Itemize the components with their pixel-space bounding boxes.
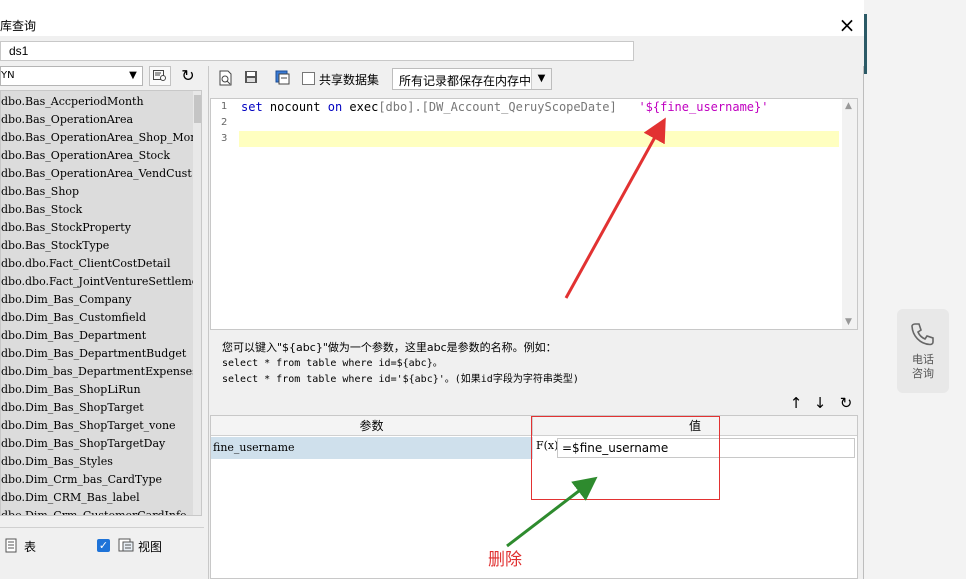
annotation-highlight-box — [531, 416, 720, 500]
move-down-button[interactable]: ↓ — [811, 394, 829, 412]
table-filter-label: 表 — [24, 540, 37, 554]
background-area — [864, 0, 966, 579]
memory-mode-select[interactable]: 所有记录都保存在内存中 ▼ — [392, 68, 552, 90]
list-item[interactable]: dbo.dbo.Fact_ClientCostDetail — [1, 255, 193, 273]
editor-scrollbar[interactable]: ▲ ▼ — [842, 99, 857, 329]
list-item[interactable]: dbo.Bas_AccperiodMonth — [1, 93, 193, 111]
sql-procedure-name: [dbo].[DW_Account_QeruyScopeDate] — [378, 100, 617, 114]
phone-label-line: 电话 — [912, 353, 934, 366]
dialog-title: 库查询 — [0, 19, 37, 33]
view-filter-label: 视图 — [138, 540, 163, 554]
parameter-help-text: 您可以键入"${abc}"做为一个参数，这里abc是参数的名称。例如： sele… — [222, 340, 579, 388]
sql-keyword: on — [327, 100, 343, 114]
table-list[interactable]: dbo.Bas_AccperiodMonth dbo.Bas_Operation… — [0, 90, 202, 516]
sql-keyword: set — [241, 100, 263, 114]
current-line-highlight — [239, 131, 839, 147]
save-icon — [245, 71, 257, 83]
list-item[interactable]: dbo.Dim_bas_DepartmentExpenses — [1, 363, 193, 381]
list-item[interactable]: dbo.Dim_Bas_ShopTarget — [1, 399, 193, 417]
list-item[interactable]: dbo.Dim_Crm_bas_CardType — [1, 471, 193, 489]
save-button[interactable] — [242, 70, 260, 88]
share-dataset-checkbox[interactable] — [302, 72, 315, 85]
list-item[interactable]: dbo.Dim_Bas_Styles — [1, 453, 193, 471]
preview-button[interactable] — [217, 70, 235, 88]
list-item[interactable]: dbo.Dim_Bas_Department — [1, 327, 193, 345]
list-item[interactable]: dbo.Bas_Shop — [1, 183, 193, 201]
list-item[interactable]: dbo.Bas_StockProperty — [1, 219, 193, 237]
phone-label-line: 咨询 — [912, 367, 934, 380]
table-list-scrollbar[interactable] — [193, 91, 201, 515]
chevron-up-icon[interactable]: ▲ — [845, 101, 852, 111]
list-item[interactable]: dbo.Bas_OperationArea_Stock — [1, 147, 193, 165]
list-item[interactable]: dbo.Bas_StockType — [1, 237, 193, 255]
view-icon — [118, 538, 134, 552]
annotation-label: 删除 — [488, 550, 522, 570]
list-item[interactable]: dbo.Bas_OperationArea — [1, 111, 193, 129]
background-strip — [864, 14, 867, 74]
phone-icon — [911, 323, 934, 346]
phone-consult-widget[interactable]: 电话 咨询 — [897, 309, 949, 393]
arrow-down-icon: ↓ — [813, 394, 827, 412]
sql-token: exec — [349, 100, 379, 114]
phone-consult-label: 电话 咨询 — [897, 353, 949, 381]
view-checkbox[interactable]: ✓ — [97, 539, 110, 552]
list-item[interactable]: dbo.Dim_Bas_ShopTargetDay — [1, 435, 193, 453]
move-up-button[interactable]: ↑ — [787, 394, 805, 412]
dataset-query-dialog: 库查询 × YN ▼ ↻ dbo.Bas_AccperiodMonth dbo.… — [0, 0, 864, 579]
list-item[interactable]: dbo.Dim_Crm_CustomerCardInfo — [1, 507, 193, 515]
list-item[interactable]: dbo.Dim_Bas_ShopLiRun — [1, 381, 193, 399]
refresh-icon: ↻ — [181, 66, 195, 85]
list-item[interactable]: dbo.Dim_Bas_Company — [1, 291, 193, 309]
line-number: 2 — [221, 117, 228, 128]
database-select-value: YN — [1, 70, 15, 81]
sql-code-line[interactable]: set nocount on exec[dbo].[DW_Account_Qer… — [241, 99, 768, 115]
line-number-gutter: 1 2 3 — [211, 99, 237, 329]
refresh-tables-button[interactable]: ↻ — [177, 66, 199, 86]
column-header-param: 参数 — [211, 416, 533, 436]
list-item[interactable]: dbo.Dim_Bas_Customfield — [1, 309, 193, 327]
chevron-down-icon: ▼ — [531, 69, 551, 89]
share-dataset-label: 共享数据集 — [319, 73, 380, 87]
title-bar: 库查询 × — [0, 0, 864, 36]
list-item[interactable]: dbo.Bas_OperationArea_Shop_Month — [1, 129, 193, 147]
list-item[interactable]: dbo.dbo.Fact_JointVentureSettleme — [1, 273, 193, 291]
sql-token: nocount — [269, 100, 321, 114]
connection-button[interactable] — [273, 70, 291, 88]
dataset-name-input[interactable] — [0, 41, 634, 61]
database-select[interactable]: YN ▼ — [0, 66, 143, 86]
database-icon — [275, 70, 289, 85]
refresh-icon: ↻ — [839, 394, 853, 412]
param-name-cell[interactable]: fine_username — [211, 437, 533, 459]
filter-button[interactable] — [149, 66, 171, 86]
scrollbar-thumb[interactable] — [194, 95, 201, 123]
line-number: 1 — [221, 101, 228, 112]
list-item[interactable]: dbo.Bas_OperationArea_VendCust — [1, 165, 193, 183]
list-item[interactable]: dbo.Bas_Stock — [1, 201, 193, 219]
chevron-down-icon[interactable]: ▼ — [845, 317, 852, 327]
list-item[interactable]: dbo.Dim_Bas_ShopTarget_vone — [1, 417, 193, 435]
table-icon[interactable] — [5, 538, 18, 553]
arrow-up-icon: ↑ — [789, 394, 803, 412]
help-line: 您可以键入"${abc}"做为一个参数，这里abc是参数的名称。例如： — [222, 341, 557, 354]
help-line: select * from table where id=${abc}。 — [222, 358, 443, 369]
line-number: 3 — [221, 133, 228, 144]
chevron-down-icon: ▼ — [129, 70, 137, 81]
help-line: select * from table where id='${abc}'。(如… — [222, 374, 579, 385]
close-button[interactable]: × — [836, 14, 858, 36]
memory-mode-value: 所有记录都保存在内存中 — [399, 74, 532, 88]
filter-icon — [153, 70, 166, 81]
list-item[interactable]: dbo.Dim_Bas_DepartmentBudget — [1, 345, 193, 363]
refresh-params-button[interactable]: ↻ — [837, 394, 855, 412]
sql-editor[interactable]: 1 2 3 set nocount on exec[dbo].[DW_Accou… — [210, 98, 858, 330]
list-item[interactable]: dbo.Dim_CRM_Bas_label — [1, 489, 193, 507]
sql-parameter-string: '${fine_username}' — [638, 100, 769, 114]
preview-icon — [219, 70, 232, 86]
